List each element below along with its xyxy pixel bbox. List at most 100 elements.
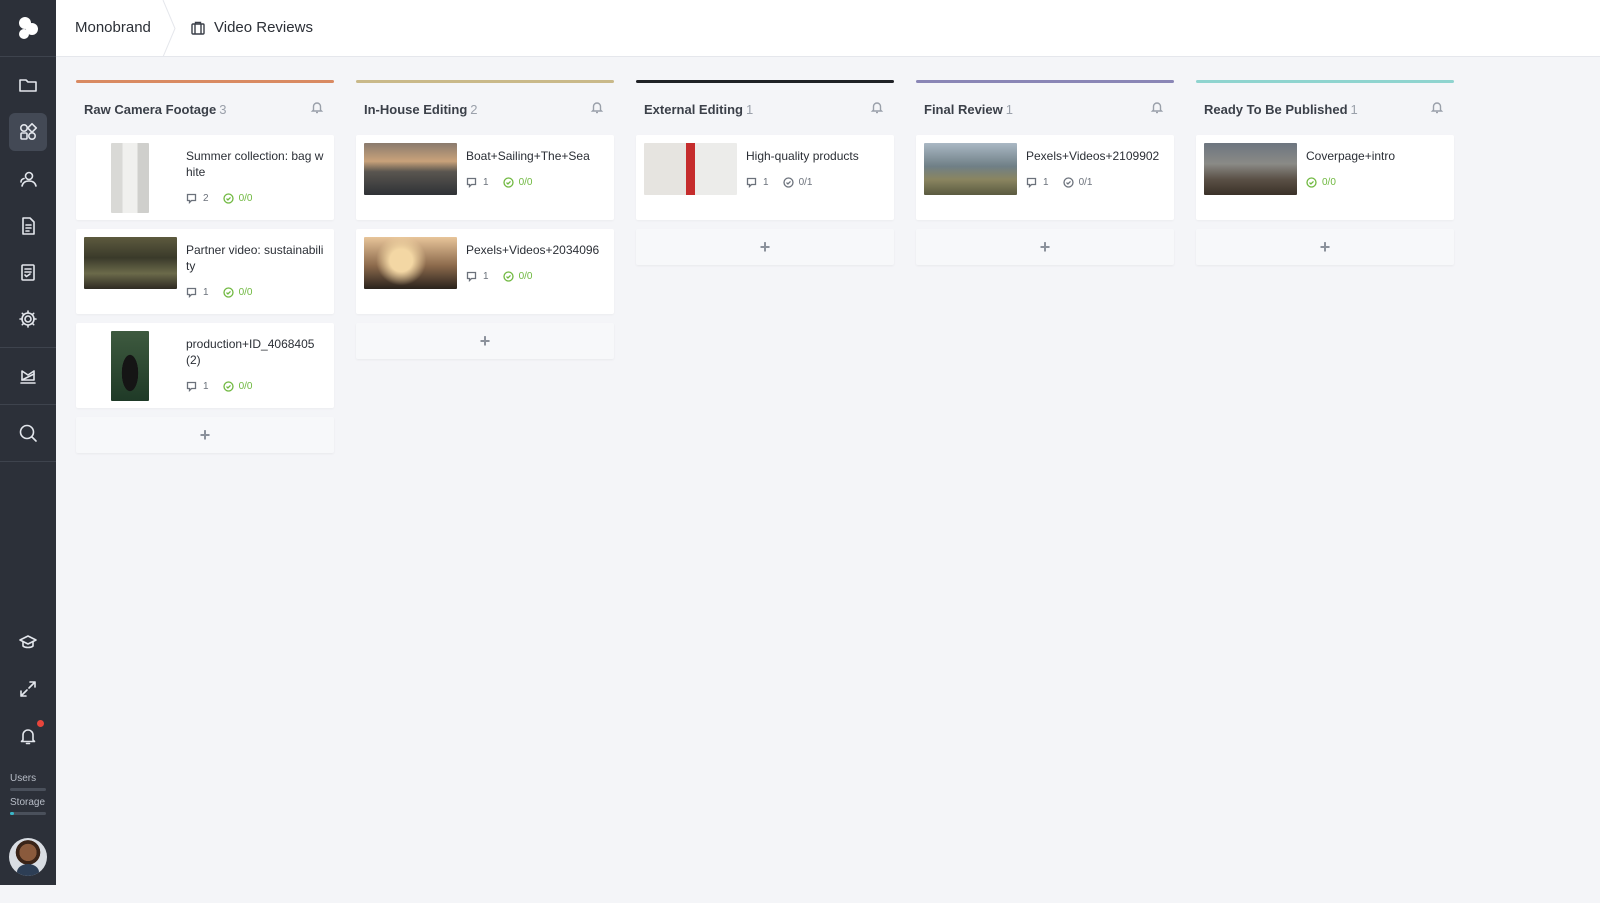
column-final-review: Final Review 1 Pexels+Videos+2109902 1 0/1 + [916, 80, 1174, 265]
approvals-value: 0/1 [1078, 177, 1093, 188]
comment-icon [746, 177, 757, 188]
comments-count: 1 [746, 177, 769, 188]
review-card[interactable]: Boat+Sailing+The+Sea 1 0/0 [356, 135, 614, 220]
breadcrumb-current: Video Reviews [190, 19, 313, 36]
column-title-text: External Editing [644, 101, 743, 117]
approvals-count: 0/0 [502, 271, 532, 282]
column-header: External Editing 1 [636, 83, 894, 135]
approvals-value: 0/0 [238, 381, 253, 392]
gear-icon[interactable] [9, 300, 47, 338]
plus-icon: + [199, 424, 211, 445]
review-card[interactable]: Coverpage+intro 0/0 [1196, 135, 1454, 220]
card-title[interactable]: Pexels+Videos+2109902 [1026, 148, 1164, 164]
approvals-count: 0/0 [222, 287, 253, 298]
column-title: External Editing 1 [644, 102, 753, 117]
comment-icon [1026, 177, 1037, 188]
comments-value: 1 [203, 287, 209, 298]
users-meter-label: Users [10, 773, 37, 784]
column-count: 1 [1005, 101, 1013, 117]
approvals-value: 0/0 [518, 177, 533, 188]
bell-icon[interactable] [870, 100, 884, 119]
add-card-button[interactable]: + [356, 323, 614, 359]
check-circle-icon [502, 271, 514, 282]
sidebar: Users Storage [0, 0, 56, 885]
card-title[interactable]: Boat+Sailing+The+Sea [466, 148, 604, 164]
column-title-text: In-House Editing [364, 101, 468, 117]
column-header: Ready To Be Published 1 [1196, 83, 1454, 135]
comments-value: 1 [203, 381, 209, 392]
approvals-count: 0/0 [222, 193, 253, 204]
check-circle-icon [502, 177, 514, 188]
column-title-text: Final Review [924, 101, 1003, 117]
add-card-button[interactable]: + [76, 417, 334, 453]
approvals-value: 0/0 [1322, 177, 1336, 188]
approvals-count: 0/0 [1306, 177, 1336, 188]
card-title[interactable]: Summer collection: bag white [186, 148, 324, 180]
review-card[interactable]: production+ID_4068405 (2) 1 0/0 [76, 323, 334, 408]
column-header: In-House Editing 2 [356, 83, 614, 135]
approvals-value: 0/1 [798, 177, 813, 188]
bell-icon[interactable] [590, 100, 604, 119]
add-card-button[interactable]: + [916, 229, 1174, 265]
approvals-value: 0/0 [238, 193, 253, 204]
review-card[interactable]: Summer collection: bag white 2 0/0 [76, 135, 334, 220]
checklist-icon[interactable] [9, 253, 47, 291]
add-card-button[interactable]: + [636, 229, 894, 265]
breadcrumb-separator [162, 0, 176, 57]
column-count: 3 [219, 101, 227, 117]
brand-icon[interactable] [9, 357, 47, 395]
column-title: Raw Camera Footage 3 [84, 102, 226, 117]
folder-icon[interactable] [9, 66, 47, 104]
column-title-text: Ready To Be Published [1204, 101, 1348, 117]
bell-icon[interactable] [1430, 100, 1444, 119]
search-icon[interactable] [9, 414, 47, 452]
check-circle-icon [222, 287, 234, 298]
bell-icon[interactable] [310, 100, 324, 119]
couple-sunset-thumbnail[interactable] [364, 237, 457, 289]
card-title[interactable]: production+ID_4068405 (2) [186, 336, 324, 368]
comments-count: 1 [466, 177, 489, 188]
approvals-count: 0/1 [1062, 177, 1093, 188]
check-circle-icon [1062, 177, 1074, 188]
plus-icon: + [759, 236, 771, 257]
comments-value: 2 [203, 193, 209, 204]
expand-icon[interactable] [9, 670, 47, 708]
logo-icon[interactable] [9, 9, 47, 47]
review-card[interactable]: Pexels+Videos+2109902 1 0/1 [916, 135, 1174, 220]
comment-icon [466, 271, 477, 282]
check-circle-icon [782, 177, 794, 188]
column-title: In-House Editing 2 [364, 102, 478, 117]
card-title[interactable]: High-quality products [746, 148, 884, 164]
hill-town-thumbnail[interactable] [1204, 143, 1297, 195]
approvals-value: 0/0 [238, 287, 253, 298]
add-card-button[interactable]: + [1196, 229, 1454, 265]
review-card[interactable]: Partner video: sustainability 1 0/0 [76, 229, 334, 314]
breadcrumb-root[interactable]: Monobrand [75, 19, 151, 36]
graduation-icon[interactable] [9, 623, 47, 661]
review-card[interactable]: Pexels+Videos+2034096 1 0/0 [356, 229, 614, 314]
forest-cabin-thumbnail[interactable] [84, 237, 177, 289]
comments-count: 1 [186, 287, 209, 298]
review-card[interactable]: High-quality products 1 0/1 [636, 135, 894, 220]
comments-count: 1 [1026, 177, 1049, 188]
comment-icon [186, 381, 197, 392]
avatar[interactable] [9, 838, 47, 876]
sunset-sea-thumbnail[interactable] [364, 143, 457, 195]
plus-icon: + [479, 330, 491, 351]
card-title[interactable]: Partner video: sustainability [186, 242, 324, 274]
mountains-thumbnail[interactable] [924, 143, 1017, 195]
document-icon[interactable] [9, 207, 47, 245]
card-title[interactable]: Pexels+Videos+2034096 [466, 242, 604, 258]
card-title[interactable]: Coverpage+intro [1306, 148, 1444, 164]
products-thumbnail[interactable] [644, 143, 737, 195]
notification-dot [37, 720, 44, 727]
black-bag-thumbnail[interactable] [111, 331, 149, 401]
comments-value: 1 [1043, 177, 1049, 188]
approvals-count: 0/0 [502, 177, 533, 188]
users-meter [10, 788, 46, 791]
users-icon[interactable] [9, 160, 47, 198]
apps-icon[interactable] [9, 113, 47, 151]
bell-icon[interactable] [1150, 100, 1164, 119]
white-bag-thumbnail[interactable] [111, 143, 149, 213]
comment-icon [186, 193, 197, 204]
